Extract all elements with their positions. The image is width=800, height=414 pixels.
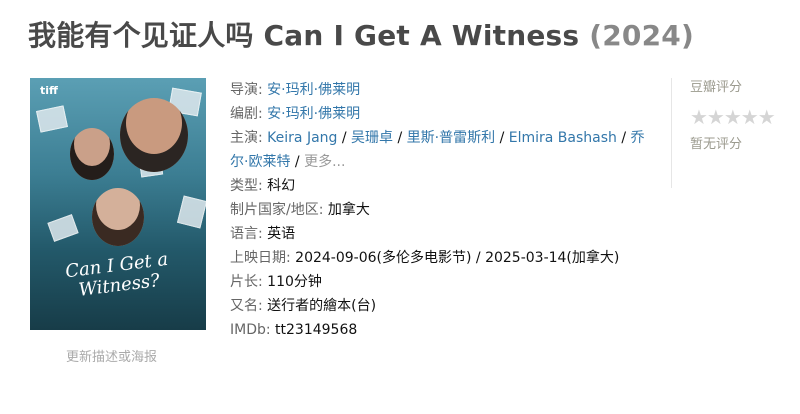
imdb-value: tt23149568 bbox=[275, 322, 358, 338]
cast-link[interactable]: 吴珊卓 bbox=[351, 130, 393, 146]
poster-figure-girl bbox=[92, 188, 144, 246]
rating-stars-icon: ★★★★★ bbox=[690, 105, 776, 129]
poster-card bbox=[36, 105, 68, 133]
imdb-label: IMDb: bbox=[230, 322, 276, 338]
cast-row: 主演: Keira Jang / 吴珊卓 / 里斯·普雷斯利 / Elmira … bbox=[230, 130, 645, 170]
genre-row: 类型: 科幻 bbox=[230, 174, 650, 198]
cast-link[interactable]: Keira Jang bbox=[267, 130, 337, 146]
genre-label: 类型: bbox=[230, 178, 268, 194]
country-value: 加拿大 bbox=[327, 202, 370, 218]
no-rating-text: 暂无评分 bbox=[690, 137, 743, 152]
runtime-value: 110分钟 bbox=[267, 274, 322, 290]
country-label: 制片国家/地区: bbox=[230, 202, 328, 218]
aka-label: 又名: bbox=[230, 298, 268, 314]
release-row: 上映日期: 2024-09-06(多伦多电影节) / 2025-03-14(加拿… bbox=[230, 246, 650, 270]
movie-year: (2024) bbox=[589, 19, 694, 52]
writer-row: 编剧: 安·玛利·佛莱明 bbox=[230, 102, 650, 126]
movie-title: 我能有个见证人吗 Can I Get A Witness bbox=[28, 19, 580, 52]
rating-panel: 豆瓣评分 ★★★★★ 暂无评分 bbox=[690, 76, 800, 152]
writer-label: 编剧: bbox=[230, 106, 268, 122]
poster-figure-woman bbox=[120, 98, 188, 172]
page-title: 我能有个见证人吗 Can I Get A Witness (2024) bbox=[28, 14, 694, 54]
poster-figure-man bbox=[70, 128, 114, 180]
aka-row: 又名: 送行者的繪本(台) bbox=[230, 294, 650, 318]
director-link[interactable]: 安·玛利·佛莱明 bbox=[267, 82, 360, 98]
language-label: 语言: bbox=[230, 226, 268, 242]
writer-link[interactable]: 安·玛利·佛莱明 bbox=[267, 106, 360, 122]
cast-link[interactable]: 里斯·普雷斯利 bbox=[407, 130, 495, 146]
aka-value: 送行者的繪本(台) bbox=[267, 298, 377, 314]
director-row: 导演: 安·玛利·佛莱明 bbox=[230, 78, 650, 102]
cast-label: 主演: bbox=[230, 130, 268, 146]
imdb-row: IMDb: tt23149568 bbox=[230, 318, 650, 342]
genre-value: 科幻 bbox=[267, 178, 296, 194]
poster-card bbox=[176, 195, 206, 229]
release-value: 2024-09-06(多伦多电影节) / 2025-03-14(加拿大) bbox=[295, 250, 620, 266]
poster-title-text: Can I Get a Witness? bbox=[64, 248, 170, 301]
cast-more-link[interactable]: 更多... bbox=[304, 154, 345, 170]
update-poster-link[interactable]: 更新描述或海报 bbox=[66, 346, 157, 365]
cast-link[interactable]: Elmira Bashash bbox=[509, 130, 617, 146]
language-row: 语言: 英语 bbox=[230, 222, 650, 246]
country-row: 制片国家/地区: 加拿大 bbox=[230, 198, 650, 222]
release-label: 上映日期: bbox=[230, 250, 296, 266]
movie-info: 导演: 安·玛利·佛莱明 编剧: 安·玛利·佛莱明 主演: Keira Jang… bbox=[230, 78, 650, 342]
runtime-label: 片长: bbox=[230, 274, 268, 290]
rating-label: 豆瓣评分 bbox=[690, 80, 743, 95]
section-divider bbox=[671, 78, 672, 188]
director-label: 导演: bbox=[230, 82, 268, 98]
poster-card bbox=[47, 214, 79, 242]
runtime-row: 片长: 110分钟 bbox=[230, 270, 650, 294]
tiff-badge: tiff bbox=[40, 84, 58, 97]
movie-poster[interactable]: tiff Can I Get a Witness? bbox=[30, 78, 206, 330]
language-value: 英语 bbox=[267, 226, 296, 242]
